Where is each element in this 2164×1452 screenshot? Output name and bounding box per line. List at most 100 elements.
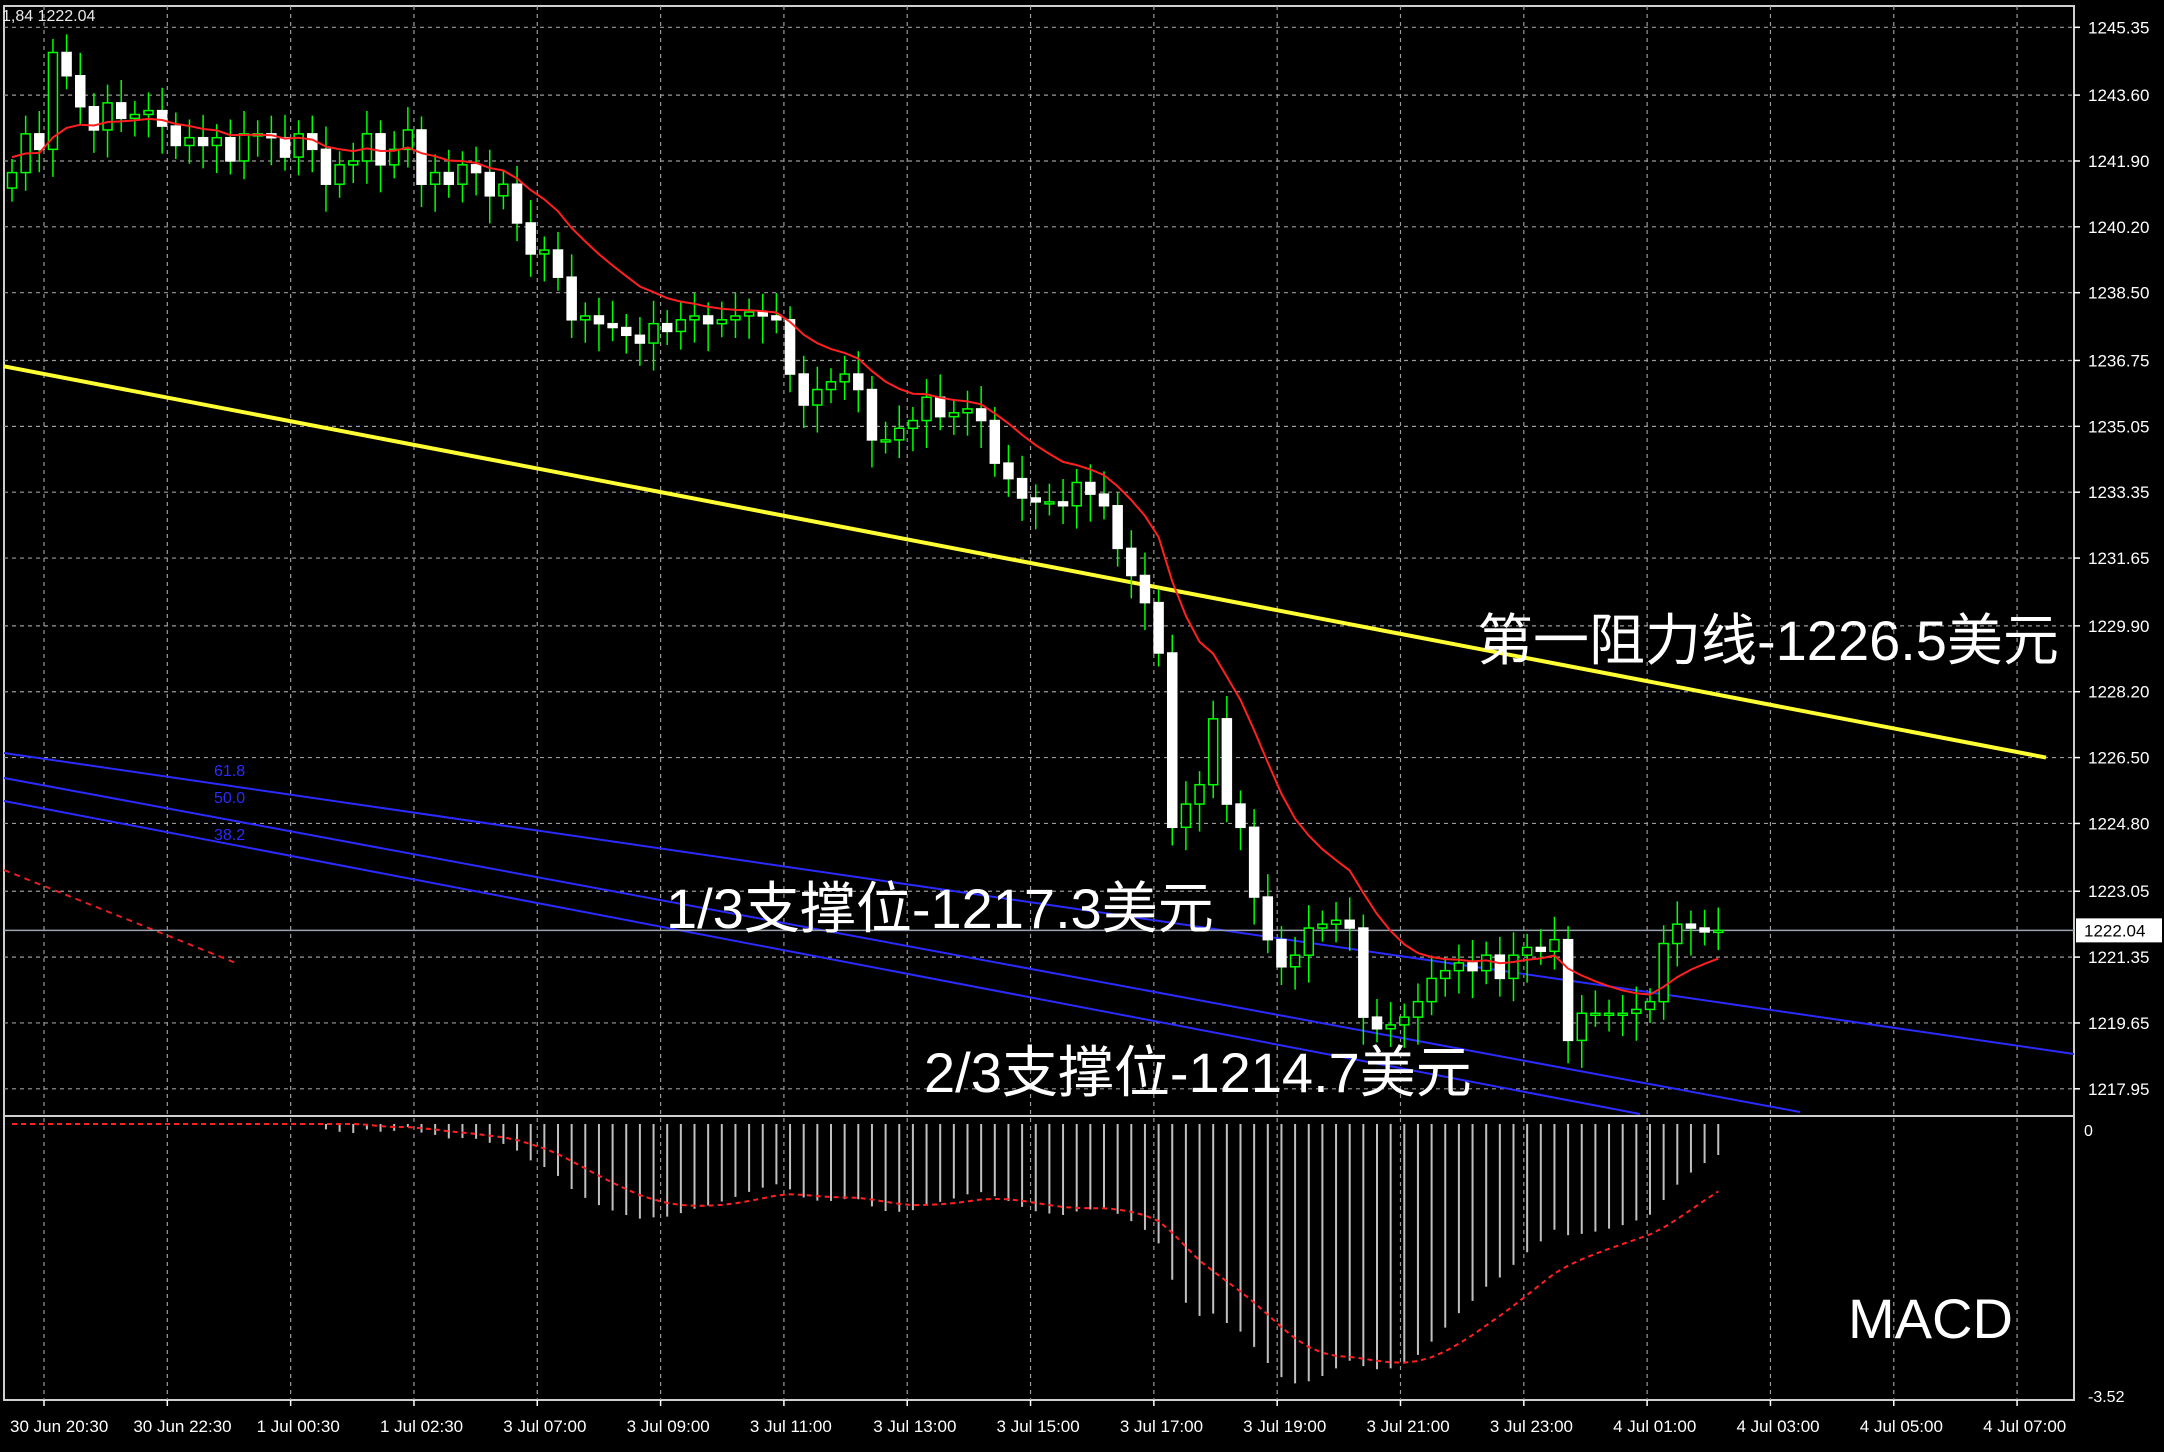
candle-body bbox=[1071, 481, 1082, 507]
candle-body bbox=[61, 51, 72, 77]
candle-body bbox=[1344, 919, 1355, 929]
candle-body bbox=[184, 136, 195, 147]
y-tick-label: 1228.20 bbox=[2088, 683, 2149, 702]
y-tick-label: 1219.65 bbox=[2088, 1014, 2149, 1033]
fib-label: 50.0 bbox=[214, 790, 245, 807]
fib-line bbox=[3, 777, 1801, 1113]
candle-body bbox=[6, 171, 18, 189]
y-tick-label: 1223.05 bbox=[2088, 882, 2149, 901]
candle-body bbox=[170, 125, 182, 147]
candle-body bbox=[1044, 501, 1055, 505]
x-tick-label: 3 Jul 21:00 bbox=[1366, 1417, 1449, 1436]
candle-body bbox=[1085, 481, 1096, 495]
candle-body bbox=[375, 133, 386, 166]
x-tick-label: 4 Jul 05:00 bbox=[1860, 1417, 1943, 1436]
y-tick-label: 1243.60 bbox=[2088, 86, 2149, 105]
candle-body bbox=[225, 136, 236, 162]
candle-body bbox=[1508, 954, 1519, 980]
candle-body bbox=[798, 373, 809, 406]
candle-body bbox=[416, 129, 427, 185]
candle-body bbox=[1576, 1012, 1587, 1042]
candle-body bbox=[689, 315, 700, 321]
x-tick-label: 3 Jul 13:00 bbox=[873, 1417, 956, 1436]
candle-body bbox=[853, 373, 864, 391]
candle-body bbox=[1521, 946, 1533, 956]
candle-body bbox=[757, 311, 768, 317]
candle-body bbox=[894, 427, 905, 441]
candle-body bbox=[566, 276, 577, 321]
candle-body bbox=[102, 102, 113, 131]
macd-label: MACD bbox=[1848, 1287, 2013, 1350]
candle-body bbox=[320, 148, 332, 185]
y-tick-label: 1217.95 bbox=[2088, 1080, 2149, 1099]
candle-body bbox=[525, 222, 536, 255]
candle-body bbox=[1699, 927, 1710, 933]
candle-body bbox=[402, 129, 414, 151]
candle-body bbox=[1399, 1016, 1410, 1026]
candle-body bbox=[948, 412, 960, 418]
candle-body bbox=[1358, 927, 1369, 1018]
candle-body bbox=[443, 171, 455, 185]
support-1-3-label: 1/3支撑位-1217.3美元 bbox=[666, 877, 1214, 940]
candle-body bbox=[880, 439, 891, 443]
candle-body bbox=[1371, 1016, 1383, 1030]
candle-body bbox=[1057, 501, 1069, 507]
candle-body bbox=[511, 183, 523, 224]
x-tick-label: 4 Jul 01:00 bbox=[1613, 1417, 1696, 1436]
candle-body bbox=[1426, 977, 1437, 1003]
candle-body bbox=[702, 315, 714, 325]
y-tick-label: 1221.35 bbox=[2088, 948, 2149, 967]
x-tick-label: 3 Jul 17:00 bbox=[1120, 1417, 1203, 1436]
candle-body bbox=[156, 109, 168, 127]
x-tick-label: 3 Jul 19:00 bbox=[1243, 1417, 1326, 1436]
macd-zero-label: 0 bbox=[2084, 1123, 2093, 1140]
candle-body bbox=[907, 419, 919, 430]
candle-body bbox=[1603, 1012, 1615, 1017]
candle-body bbox=[1194, 783, 1205, 805]
candle-body bbox=[1248, 826, 1260, 898]
chart-header-info: 1,84 1222.04 bbox=[2, 8, 96, 25]
x-tick-label: 1 Jul 02:30 bbox=[380, 1417, 463, 1436]
candle-body bbox=[1112, 505, 1123, 550]
candle-body bbox=[648, 322, 659, 344]
y-tick-label: 1224.80 bbox=[2088, 814, 2149, 833]
candle-body bbox=[1467, 962, 1478, 972]
candle-body bbox=[552, 249, 564, 278]
candle-body bbox=[334, 164, 345, 185]
y-tick-label: 1236.75 bbox=[2088, 351, 2149, 370]
candle-body bbox=[1535, 946, 1547, 953]
candle-body bbox=[675, 319, 687, 333]
y-tick-label: 1238.50 bbox=[2088, 284, 2149, 303]
y-tick-label: 1240.20 bbox=[2088, 218, 2149, 237]
moving-average bbox=[11, 117, 1719, 996]
candle-body bbox=[661, 322, 673, 333]
candle-body bbox=[1207, 718, 1219, 786]
resistance-trendline bbox=[3, 364, 2047, 760]
candle-body bbox=[238, 133, 250, 162]
candle-body bbox=[1126, 547, 1137, 577]
candle-body bbox=[1385, 1024, 1396, 1030]
y-tick-label: 1241.90 bbox=[2088, 152, 2149, 171]
candle-body bbox=[129, 113, 141, 120]
candle-body bbox=[75, 74, 86, 108]
candle-body bbox=[1276, 938, 1287, 968]
candle-body bbox=[539, 249, 550, 255]
x-tick-label: 30 Jun 22:30 bbox=[133, 1417, 231, 1436]
candle-body bbox=[1562, 938, 1574, 1042]
x-tick-label: 1 Jul 00:30 bbox=[257, 1417, 340, 1436]
candle-body bbox=[1262, 896, 1274, 941]
axes: 1245.35 1243.60 1241.90 1240.20 1238.50 1236.… bbox=[10, 18, 2162, 1436]
candle-body bbox=[1617, 1012, 1628, 1017]
candle-body bbox=[1153, 601, 1164, 654]
candle-body bbox=[498, 183, 509, 197]
y-tick-label: 1233.35 bbox=[2088, 483, 2149, 502]
y-tick-label: 1226.50 bbox=[2088, 749, 2149, 768]
candle-body bbox=[743, 311, 755, 317]
candle-body bbox=[429, 171, 441, 185]
candle-body bbox=[634, 334, 646, 344]
price-chart[interactable]: 61.8 50.0 38.2 1245.35 1243.60 1241.90 1240.2… bbox=[0, 0, 2164, 1452]
candle-body bbox=[716, 319, 728, 325]
candle-body bbox=[825, 381, 837, 391]
candle-body bbox=[484, 171, 495, 197]
x-tick-label: 3 Jul 11:00 bbox=[750, 1417, 832, 1436]
